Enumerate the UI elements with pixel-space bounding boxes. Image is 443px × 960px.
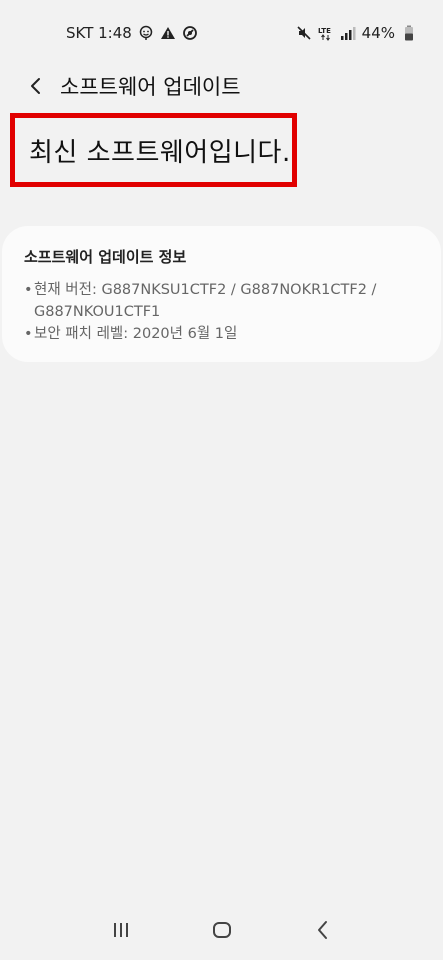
page-title: 소프트웨어 업데이트 (60, 75, 241, 99)
carrier-time: SKT 1:48 (66, 24, 132, 42)
recent-apps-icon (113, 923, 128, 937)
lte-icon: LTE (318, 25, 334, 41)
svg-text:LTE: LTE (318, 27, 331, 35)
mute-icon (296, 25, 312, 41)
location-pin-icon (138, 25, 154, 41)
recent-apps-button[interactable] (101, 910, 141, 950)
status-right: LTE 44% (296, 24, 417, 42)
highlight-box: 최신 소프트웨어입니다. (10, 113, 297, 187)
security-patch-text: 보안 패치 레벨: 2020년 6월 1일 (34, 326, 238, 342)
navigation-bar (0, 900, 443, 960)
info-card-title: 소프트웨어 업데이트 정보 (24, 248, 187, 266)
security-patch-line: • 보안 패치 레벨: 2020년 6월 1일 (24, 323, 419, 345)
app-bar: 소프트웨어 업데이트 (0, 66, 443, 106)
battery-percent: 44% (361, 24, 395, 42)
back-icon (317, 921, 327, 939)
current-version-line: • 현재 버전: G887NKSU1CTF2 / G887NOKR1CTF2 /… (24, 279, 419, 323)
current-version-text: 현재 버전: G887NKSU1CTF2 / G887NOKR1CTF2 / G… (34, 282, 377, 320)
status-bar: SKT 1:48 LTE 44% (0, 0, 443, 66)
data-saver-icon (182, 25, 198, 41)
warning-icon (160, 25, 176, 41)
system-back-button[interactable] (303, 910, 343, 950)
up-to-date-message: 최신 소프트웨어입니다. (29, 137, 291, 168)
chevron-left-icon (31, 78, 40, 94)
back-button[interactable] (14, 66, 58, 106)
signal-icon (340, 25, 356, 41)
home-button[interactable] (202, 910, 242, 950)
software-info-card: 소프트웨어 업데이트 정보 • 현재 버전: G887NKSU1CTF2 / G… (2, 226, 441, 362)
home-icon (212, 922, 231, 938)
bullet: • (24, 282, 33, 298)
battery-icon (401, 25, 417, 41)
status-left: SKT 1:48 (66, 24, 198, 42)
bullet: • (24, 326, 33, 342)
